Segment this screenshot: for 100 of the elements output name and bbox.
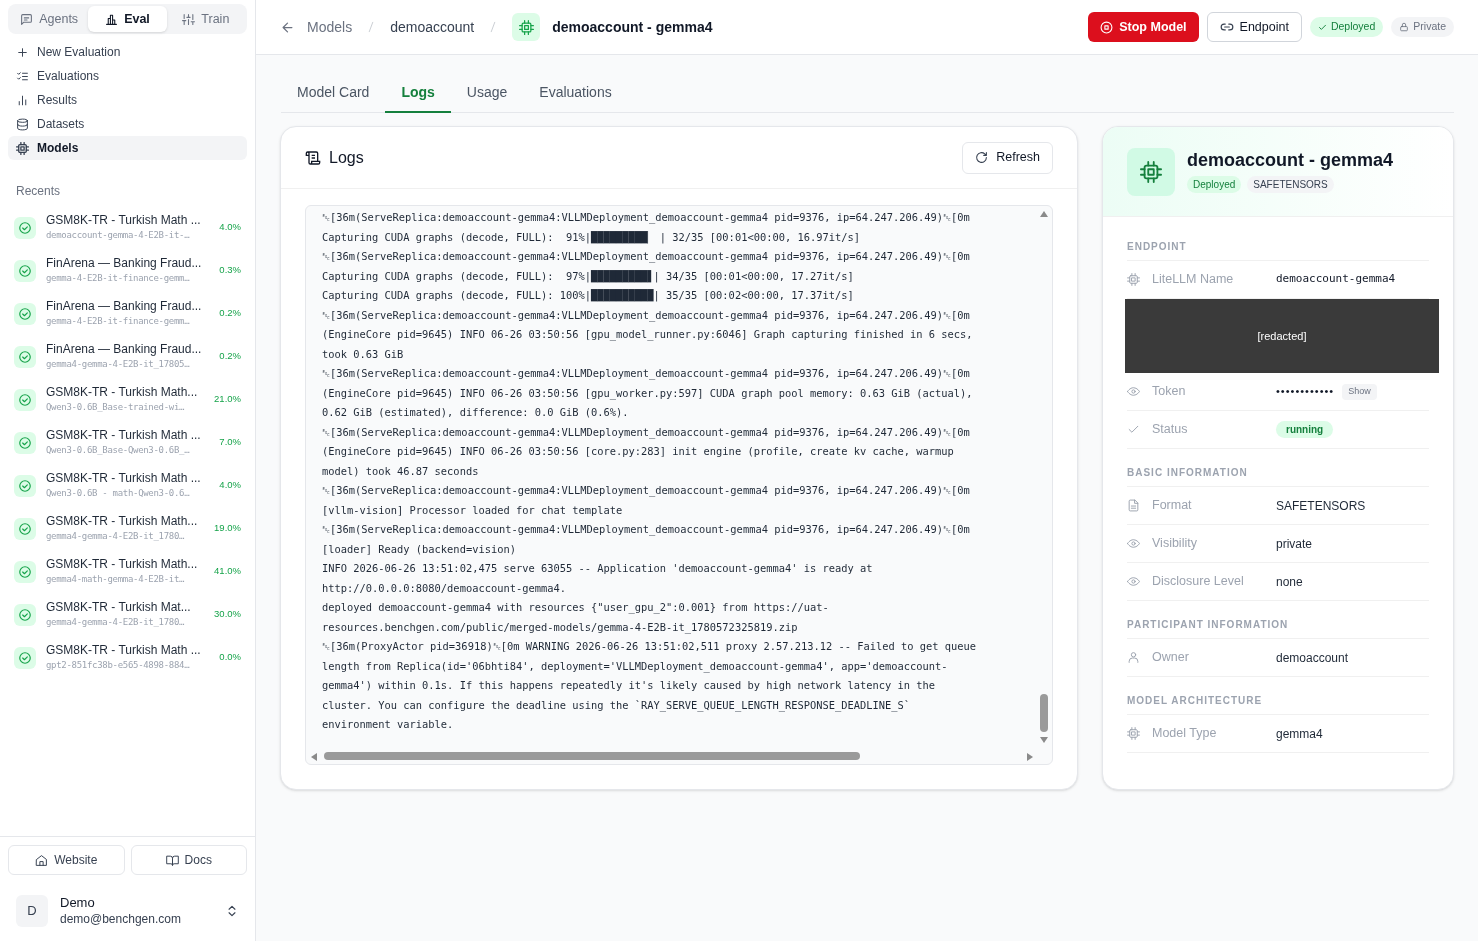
log-line: 0.62 GiB (estimated), difference: 0.0 GiB (0.6%).: [322, 405, 629, 420]
field-label: Token: [1152, 383, 1187, 401]
log-line: (EngineCore pid=9645) INFO 06-26 03:50:56 [core.py:283] init engine (profile, create kv cache, warmup: [322, 444, 954, 459]
link-button[interactable]: Website: [8, 845, 125, 875]
visibility-badge: Private: [1391, 17, 1454, 37]
scrollbar-thumb[interactable]: [324, 752, 860, 760]
scroll-right-icon[interactable]: [1026, 752, 1034, 762]
tab[interactable]: Model Card: [281, 73, 386, 113]
log-line: ␛[36m(ServeReplica:demoaccount-gemma4:VLLMDeployment_demoaccount-gemma4 pid=9376, ip=64.247.206.49)␛[0m: [322, 483, 970, 499]
check-circle-icon: [18, 435, 32, 450]
section-heading: Recents: [15, 183, 62, 200]
stop-circle-icon: [1100, 20, 1114, 34]
check-circle-icon: [18, 392, 32, 407]
bar-chart-icon: [16, 93, 29, 107]
book-icon: [165, 853, 179, 867]
check-circle-icon: [18, 263, 32, 278]
log-line: (EngineCore pid=9645) INFO 06-26 03:50:56 [gpu_model_runner.py:6046] Graph capturing finished in 6 secs,: [322, 327, 973, 343]
breadcrumb-link[interactable]: Models: [307, 16, 353, 38]
mode-tab[interactable]: Agents: [10, 6, 89, 32]
check-icon: [1127, 423, 1140, 436]
recent-item[interactable]: FinArena — Banking Fraud... gemma-4-E2B-it-finance-gemm… 0.2%: [12, 292, 243, 335]
lock-icon: [1399, 22, 1410, 32]
section-heading: MODEL ARCHITECTURE: [1127, 693, 1429, 715]
nav-item[interactable]: Models: [8, 136, 247, 160]
tab[interactable]: Usage: [450, 73, 524, 113]
page-title: demoaccount - gemma4: [552, 17, 713, 37]
tab[interactable]: Logs: [385, 73, 451, 113]
recent-item[interactable]: GSM8K-TR - Turkish Math ... Qwen3-0.6B_Base-Qwen3-0.6B_… 7.0%: [12, 421, 243, 464]
refresh-button[interactable]: Refresh: [962, 141, 1053, 174]
log-line: INFO 2026-06-26 13:51:02,475 serve 63055 -- Application 'demoaccount-gemma4' is ready at: [322, 561, 873, 576]
check-circle-icon: [18, 650, 32, 665]
scroll-up-icon[interactable]: [1039, 210, 1049, 218]
recent-item[interactable]: FinArena — Banking Fraud... gemma-4-E2B-it-finance-gemm… 0.3%: [12, 249, 243, 292]
check-circle-icon: [18, 349, 32, 364]
link-button[interactable]: Docs: [130, 845, 247, 875]
eye-icon: [1127, 385, 1140, 398]
recent-item[interactable]: GSM8K-TR - Turkish Math ... demoaccount-gemma-4-E2B-it-… 4.0%: [12, 206, 243, 249]
log-line: ␛[36m(ServeReplica:demoaccount-gemma4:VLLMDeployment_demoaccount-gemma4 pid=9376, ip=64.247.206.49)␛[0m: [322, 307, 970, 324]
bar-chart-icon: [105, 12, 119, 26]
chip-icon: [1127, 727, 1140, 740]
field-value: demoaccount-gemma4: [1276, 271, 1396, 288]
scrollbar-thumb[interactable]: [1040, 694, 1048, 732]
chat-icon: [20, 12, 34, 26]
breadcrumb-link[interactable]: demoaccount: [390, 16, 475, 38]
log-line: deployed demoaccount-gemma4 with resources {"user_gpu_2":0.001} from https://uat-: [322, 600, 829, 616]
check-circle-icon: [18, 220, 32, 235]
scroll-left-icon[interactable]: [310, 752, 318, 762]
recent-item[interactable]: GSM8K-TR - Turkish Math... Qwen3-0.6B_Base-trained-wi… 21.0%: [12, 378, 243, 421]
scroll-icon: [305, 149, 321, 166]
sliders-icon: [182, 12, 196, 26]
show-button[interactable]: Show: [1342, 383, 1377, 400]
check-circle-icon: [18, 521, 32, 536]
document-icon: [1127, 499, 1140, 512]
stop-model-button[interactable]: Stop Model: [1088, 12, 1199, 42]
check-circle-icon: [18, 607, 32, 622]
field-label: Owner: [1152, 649, 1190, 667]
log-line: ␛[36m(ServeReplica:demoaccount-gemma4:VLLMDeployment_demoaccount-gemma4 pid=9376, ip=64.247.206.49)␛[0m: [322, 249, 970, 265]
refresh-icon: [975, 151, 989, 164]
check-circle-icon: [18, 564, 32, 579]
field-label: Model Type: [1152, 725, 1218, 743]
nav-item[interactable]: Evaluations: [8, 64, 247, 88]
log-line: [loader] Ready (backend=vision): [322, 541, 516, 557]
log-line: [vllm-vision] Processor loaded for chat template: [322, 502, 623, 518]
log-line: ␛[36m(ServeReplica:demoaccount-gemma4:VLLMDeployment_demoaccount-gemma4 pid=9376, ip=64.247.206.49)␛[0m: [322, 366, 970, 382]
tab[interactable]: Evaluations: [523, 73, 628, 113]
log-line: Capturing CUDA graphs (decode, FULL): 91%|█████████▏ | 32/35 [00:01<00:00, 16.97it/s]: [322, 229, 860, 246]
user-icon: [1127, 651, 1140, 664]
log-line: http://0.0.0.0:8080/demoaccount-gemma4.: [322, 580, 566, 596]
chip-icon: [1140, 160, 1162, 183]
endpoint-button[interactable]: Endpoint: [1206, 12, 1302, 42]
recent-item[interactable]: GSM8K-TR - Turkish Mat... gemma4-gemma-4-E2B-it_1780… 30.0%: [12, 593, 243, 636]
eye-icon: [1127, 537, 1140, 550]
check-circle-icon: [18, 478, 32, 493]
recent-item[interactable]: FinArena — Banking Fraud... gemma4-gemma-4-E2B-it_17805… 0.2%: [12, 335, 243, 378]
scroll-down-icon[interactable]: [1039, 736, 1049, 744]
field-label: Disclosure Level: [1152, 573, 1245, 591]
log-line: ␛[36m(ServeReplica:demoaccount-gemma4:VLLMDeployment_demoaccount-gemma4 pid=9376, ip=64.247.206.49)␛[0m: [322, 424, 970, 441]
recent-item[interactable]: GSM8K-TR - Turkish Math... gemma4-gemma-4-E2B-it_1780… 19.0%: [12, 507, 243, 550]
user-email: demo@benchgen.com: [60, 911, 182, 927]
field-value: demoaccount: [1276, 649, 1349, 667]
database-icon: [16, 117, 29, 131]
avatar: D: [16, 895, 48, 927]
nav-item[interactable]: New Evaluation: [8, 40, 247, 64]
mode-tab[interactable]: Eval: [88, 6, 167, 32]
eye-icon: [1127, 575, 1140, 588]
card-title: Logs: [329, 147, 365, 168]
field-label: Visibility: [1152, 535, 1198, 553]
nav-item[interactable]: Datasets: [8, 112, 247, 136]
log-line: length from Replica(id='06bhti84', deployment='VLLMDeployment_demoaccount-gemma4', app='demoaccount-: [322, 658, 948, 675]
tag: SAFETENSORS: [1247, 176, 1334, 193]
mode-tab[interactable]: Train: [166, 6, 245, 32]
recent-item[interactable]: GSM8K-TR - Turkish Math ... gpt2-851fc38b-e565-4898-884… 0.0%: [12, 636, 243, 679]
field-label: Format: [1152, 497, 1193, 515]
back-arrow-icon[interactable]: [280, 19, 295, 35]
recent-item[interactable]: GSM8K-TR - Turkish Math... gemma4-math-gemma-4-E2B-it… 41.0%: [12, 550, 243, 593]
tag: Deployed: [1187, 176, 1242, 193]
recent-item[interactable]: GSM8K-TR - Turkish Math ... Qwen3-0.6B - math-Qwen3-0.6… 4.0%: [12, 464, 243, 507]
status-badge: Deployed: [1309, 17, 1384, 37]
nav-item[interactable]: Results: [8, 88, 247, 112]
model-title: demoaccount - gemma4: [1187, 150, 1394, 170]
